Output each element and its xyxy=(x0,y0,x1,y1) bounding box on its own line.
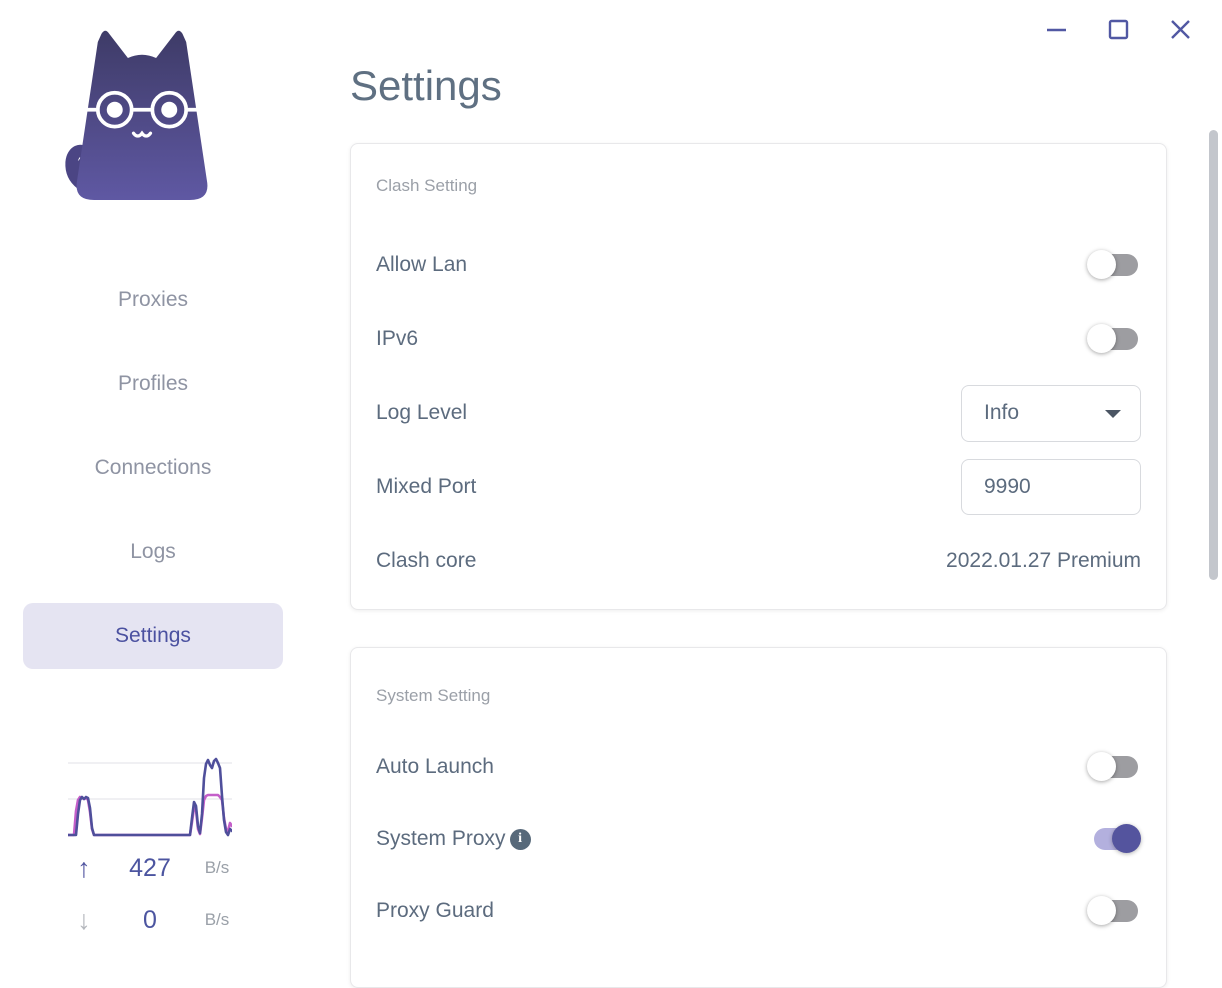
arrow-down-icon: ↓ xyxy=(77,904,91,935)
log-level-label: Log Level xyxy=(376,401,468,424)
download-speed: 0 xyxy=(143,905,157,934)
sidebar-item-proxies[interactable]: Proxies xyxy=(23,267,283,333)
arrow-up-icon: ↑ xyxy=(77,852,91,883)
allow-lan-toggle[interactable] xyxy=(1087,250,1141,280)
auto-launch-toggle[interactable] xyxy=(1087,752,1141,782)
system-proxy-label: System Proxy i xyxy=(376,827,531,851)
proxy-guard-toggle[interactable] xyxy=(1087,896,1141,926)
sidebar-item-logs[interactable]: Logs xyxy=(23,519,283,585)
nav-label: Settings xyxy=(115,624,191,647)
close-icon xyxy=(1171,20,1190,39)
sidebar-item-connections[interactable]: Connections xyxy=(23,435,283,501)
proxy-guard-row: Proxy Guard xyxy=(376,875,1141,947)
toggle-thumb xyxy=(1087,752,1116,781)
nav-label: Profiles xyxy=(117,372,189,395)
clash-core-label: Clash core xyxy=(376,549,477,572)
system-setting-card: System Setting Auto Launch System Proxy … xyxy=(350,647,1167,988)
upload-row: ↑ 427 B/s xyxy=(62,846,240,890)
proxy-guard-label: Proxy Guard xyxy=(376,899,494,922)
nav-label: Proxies xyxy=(117,288,189,311)
system-proxy-row: System Proxy i xyxy=(376,803,1141,875)
info-icon[interactable]: i xyxy=(509,828,531,850)
download-row: ↓ 0 B/s xyxy=(62,898,240,942)
log-level-row: Log Level Info xyxy=(376,376,1141,450)
maximize-icon xyxy=(1108,19,1129,40)
download-unit: B/s xyxy=(204,910,230,929)
scrollbar[interactable] xyxy=(1209,130,1218,580)
main-content: Settings Clash Setting Allow Lan IPv6 Lo… xyxy=(350,0,1167,988)
minimize-button[interactable] xyxy=(1045,18,1068,41)
traffic-sparkline xyxy=(68,757,232,837)
toggle-thumb xyxy=(1087,324,1116,353)
card-header: System Setting xyxy=(376,686,491,705)
system-proxy-toggle[interactable] xyxy=(1087,824,1141,854)
upload-unit: B/s xyxy=(204,858,230,877)
auto-launch-label: Auto Launch xyxy=(376,755,494,778)
upload-speed: 427 xyxy=(129,853,171,882)
allow-lan-row: Allow Lan xyxy=(376,228,1141,302)
minimize-icon xyxy=(1047,28,1066,32)
chevron-down-icon xyxy=(1105,410,1121,418)
mixed-port-input[interactable] xyxy=(961,459,1141,515)
toggle-thumb xyxy=(1087,250,1116,279)
sidebar-item-settings[interactable]: Settings xyxy=(23,603,283,669)
nav-label: Connections xyxy=(94,456,212,479)
ipv6-toggle[interactable] xyxy=(1087,324,1141,354)
sidebar-nav: Proxies Profiles Connections Logs Settin… xyxy=(23,267,283,687)
ipv6-row: IPv6 xyxy=(376,302,1141,376)
window-controls xyxy=(1045,18,1192,41)
cat-mouth xyxy=(131,130,153,138)
toggle-thumb xyxy=(1112,824,1141,853)
cat-body xyxy=(76,30,208,200)
maximize-button[interactable] xyxy=(1107,18,1130,41)
sidebar: Proxies Profiles Connections Logs Settin… xyxy=(0,0,306,956)
clash-cat-logo xyxy=(65,30,208,200)
mixed-port-label: Mixed Port xyxy=(376,475,477,498)
auto-launch-row: Auto Launch xyxy=(376,731,1141,803)
toggle-thumb xyxy=(1087,896,1116,925)
log-level-value: Info xyxy=(984,401,1020,424)
nav-label: Logs xyxy=(130,540,176,563)
allow-lan-label: Allow Lan xyxy=(376,253,468,276)
mixed-port-row: Mixed Port xyxy=(376,450,1141,524)
sidebar-item-profiles[interactable]: Profiles xyxy=(23,351,283,417)
clash-setting-card: Clash Setting Allow Lan IPv6 Log Level I… xyxy=(350,143,1167,610)
clash-core-row: Clash core 2022.01.27 Premium xyxy=(376,524,1141,598)
log-level-select[interactable]: Info xyxy=(961,384,1141,442)
clash-settings-window: Proxies Profiles Connections Logs Settin… xyxy=(0,0,1222,988)
traffic-widget: ↑ 427 B/s ↓ 0 B/s xyxy=(62,756,240,942)
clash-core-version: 2022.01.27 Premium xyxy=(946,549,1141,572)
close-button[interactable] xyxy=(1169,18,1192,41)
card-header: Clash Setting xyxy=(376,176,478,195)
page-title: Settings xyxy=(350,62,502,109)
ipv6-label: IPv6 xyxy=(376,327,419,350)
